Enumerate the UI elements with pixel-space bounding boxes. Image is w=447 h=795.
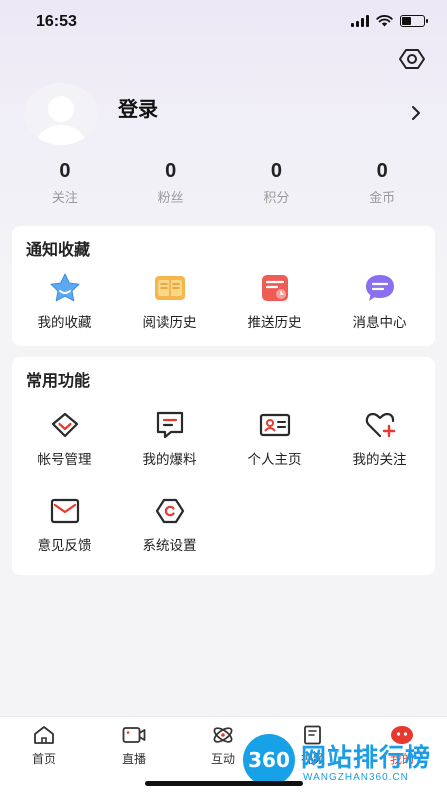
profile-row[interactable]: 登录 [24, 83, 424, 145]
personal-homepage-item[interactable]: 个人主页 [222, 409, 327, 468]
item-label: 帐号管理 [37, 452, 92, 467]
stat-label: 金币 [369, 190, 396, 205]
video-camera-icon [122, 727, 146, 743]
stats-row: 0 关注 0 粉丝 0 积分 0 金币 [12, 158, 435, 208]
reading-history-item[interactable]: 阅读历史 [117, 272, 222, 331]
status-bar: 16:53 [0, 0, 447, 44]
notify-card: 通知收藏 我的收藏 阅读历史 推送历史 消息中心 [12, 226, 435, 346]
default-avatar-icon [37, 96, 85, 145]
status-icons [351, 15, 428, 27]
stat-label: 关注 [51, 190, 78, 205]
message-center-item[interactable]: 消息中心 [327, 272, 432, 331]
common-functions-card: 常用功能 帐号管理 我的爆料 个人主页 我的关注 意见反馈 系统设置 [12, 357, 435, 575]
item-label: 我的爆料 [142, 452, 197, 467]
my-reports-item[interactable]: 我的爆料 [117, 409, 222, 468]
star-icon [50, 273, 79, 302]
stat-value: 0 [165, 160, 177, 182]
stat-fans[interactable]: 0 粉丝 [118, 158, 224, 208]
nav-label: 直播 [121, 752, 146, 766]
item-label: 阅读历史 [142, 315, 197, 330]
stat-follow[interactable]: 0 关注 [12, 158, 118, 208]
signal-icon [351, 15, 369, 27]
item-label: 意见反馈 [37, 538, 92, 553]
my-follows-item[interactable]: 我的关注 [327, 409, 432, 468]
stat-points[interactable]: 0 积分 [224, 158, 330, 208]
system-settings-item[interactable]: 系统设置 [117, 495, 222, 554]
chevron-right-icon[interactable] [410, 105, 422, 121]
item-label: 我的收藏 [37, 315, 92, 330]
nav-label: 首页 [31, 752, 56, 766]
item-label: 我的关注 [352, 452, 407, 467]
nav-home[interactable]: 首页 [14, 725, 74, 767]
avatar[interactable] [24, 83, 98, 145]
stat-label: 粉丝 [157, 190, 184, 205]
section-title: 常用功能 [26, 373, 91, 390]
section-title: 通知收藏 [26, 242, 91, 259]
settings-icon[interactable] [399, 46, 425, 72]
watermark-logo: 360 [243, 734, 295, 786]
item-label: 个人主页 [247, 452, 302, 467]
account-diamond-icon [51, 412, 78, 438]
push-history-item[interactable]: 推送历史 [222, 272, 327, 331]
stat-value: 0 [59, 160, 71, 182]
stat-value: 0 [376, 160, 388, 182]
feedback-item[interactable]: 意见反馈 [12, 495, 117, 554]
favorites-item[interactable]: 我的收藏 [12, 272, 117, 331]
item-label: 系统设置 [142, 538, 197, 553]
wifi-icon [376, 15, 393, 27]
watermark-text: 网站排行榜 [301, 744, 432, 772]
book-icon [154, 276, 185, 300]
id-card-icon [259, 413, 290, 437]
nav-live[interactable]: 直播 [104, 725, 164, 767]
interact-icon [213, 727, 233, 743]
watermark-url: WANGZHAN360.CN [303, 772, 409, 783]
heart-plus-icon [365, 412, 395, 438]
home-indicator [145, 781, 303, 786]
envelope-icon [50, 498, 79, 524]
battery-icon [400, 15, 428, 27]
push-history-icon [261, 275, 288, 301]
home-icon [34, 726, 54, 744]
status-time: 16:53 [36, 13, 77, 30]
item-label: 消息中心 [352, 315, 407, 330]
account-management-item[interactable]: 帐号管理 [12, 409, 117, 468]
message-icon [156, 411, 183, 439]
stat-coins[interactable]: 0 金币 [329, 158, 435, 208]
login-label[interactable]: 登录 [118, 93, 158, 122]
stat-label: 积分 [263, 190, 290, 205]
item-label: 推送历史 [247, 315, 302, 330]
hexagon-settings-icon [155, 498, 184, 524]
chat-bubble-icon [365, 275, 394, 301]
stat-value: 0 [270, 160, 282, 182]
